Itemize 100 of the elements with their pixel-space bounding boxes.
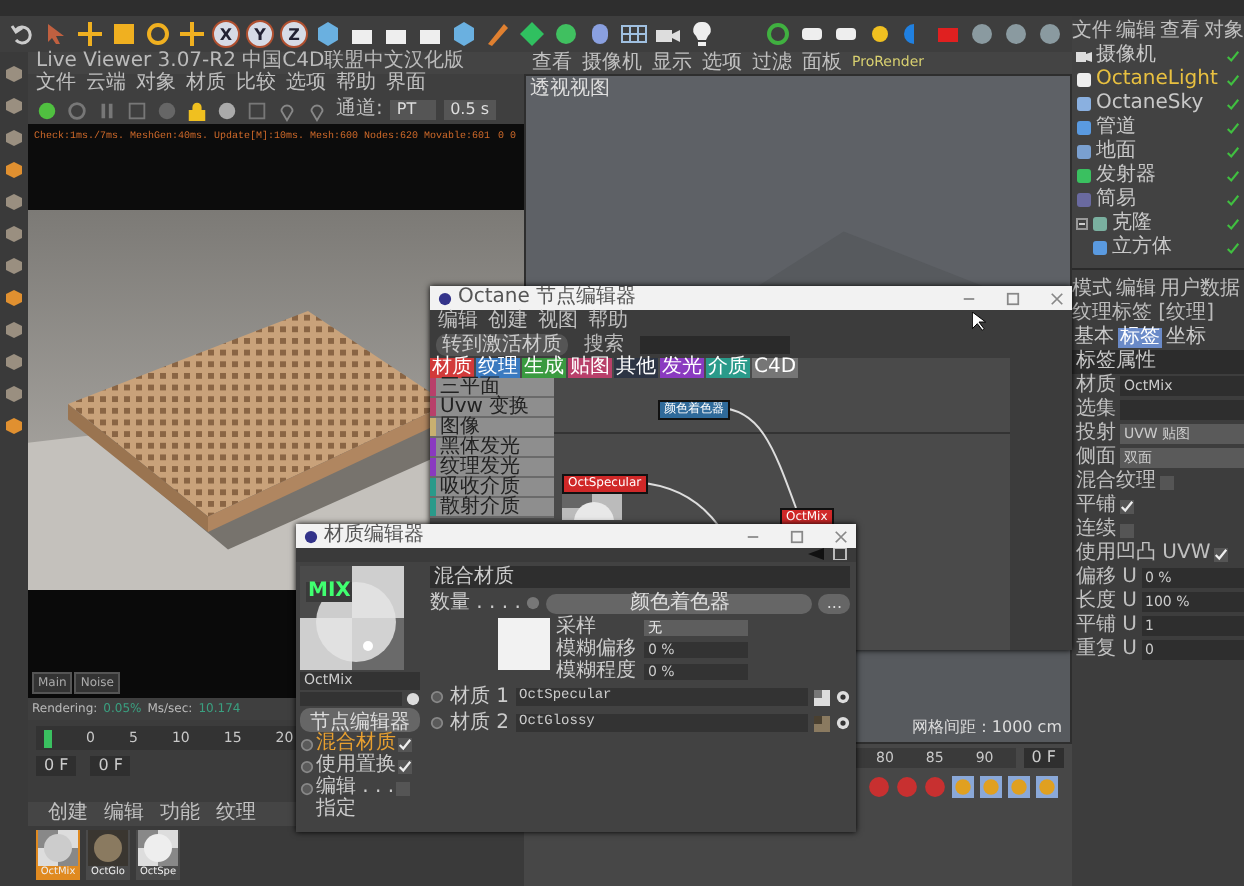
channel-item[interactable]: 指定 xyxy=(300,800,420,820)
time-field[interactable]: 0.5 s xyxy=(444,100,496,121)
field-label: 重复 U xyxy=(1076,640,1137,660)
channel-item[interactable]: 使用置换 xyxy=(316,756,396,776)
menu-item[interactable]: 比较 xyxy=(236,74,276,95)
menu-item[interactable]: 创建 xyxy=(488,311,528,331)
panel-title: Live Viewer 3.07-R2 中国C4D联盟中文汉化版 xyxy=(28,52,524,74)
menu-item[interactable]: 功能 xyxy=(160,804,200,824)
tab[interactable]: 坐标 xyxy=(1164,328,1208,348)
field-label: 偏移 U xyxy=(1076,568,1137,588)
menu-item[interactable]: 编辑 xyxy=(1116,280,1156,300)
node-list-item[interactable]: 散射介质 xyxy=(430,498,554,518)
menu-item[interactable]: 编辑 xyxy=(104,804,144,824)
node-list-item[interactable]: 吸收介质 xyxy=(430,478,554,498)
menu-item[interactable]: 文件 xyxy=(1072,22,1112,42)
menu-item[interactable]: 对象 xyxy=(1204,22,1244,42)
axis-lock-button[interactable]: X xyxy=(212,20,240,48)
node-list-item[interactable]: 图像 xyxy=(430,418,554,438)
field-label: 平铺 xyxy=(1076,496,1116,516)
menu-item[interactable]: 编辑 xyxy=(1116,22,1156,42)
field-label: 数量 . . . . xyxy=(430,593,521,613)
goto-material-button[interactable]: 转到激活材质 xyxy=(436,334,568,356)
section-header: 标签属性 xyxy=(1072,350,1244,374)
search-label: 搜索 xyxy=(584,335,624,355)
menu-item[interactable]: 创建 xyxy=(48,804,88,824)
field-label: 模糊偏移 xyxy=(556,640,638,660)
menu-item[interactable]: 显示 xyxy=(652,53,692,73)
category-tab[interactable]: 贴图 xyxy=(568,358,612,378)
object-name[interactable]: 立方体 xyxy=(1112,238,1222,258)
category-tab[interactable]: 发光 xyxy=(660,358,704,378)
menu-item[interactable]: 界面 xyxy=(386,74,426,95)
field-label: 材质 xyxy=(1076,376,1116,396)
field-label: 平铺 U xyxy=(1076,616,1137,636)
menu-item[interactable]: 查看 xyxy=(1160,22,1200,42)
menu-item[interactable]: 视图 xyxy=(538,311,578,331)
menu-item[interactable]: 模式 xyxy=(1072,280,1112,300)
tab[interactable]: 基本 xyxy=(1072,328,1116,348)
field-label: 侧面 xyxy=(1076,448,1116,468)
channel-item[interactable]: 混合材质 xyxy=(316,734,396,754)
field-label: 连续 xyxy=(1076,520,1116,540)
field-label: 选集 xyxy=(1076,400,1116,420)
menu-item[interactable]: 编辑 xyxy=(438,311,478,331)
object-name[interactable]: 摄像机 xyxy=(1096,46,1222,66)
node-list-item[interactable]: 纹理发光 xyxy=(430,458,554,478)
object-name[interactable]: 克隆 xyxy=(1112,214,1222,234)
field-label: 材质 1 xyxy=(450,687,510,707)
menu-item[interactable]: 摄像机 xyxy=(582,53,642,73)
field-label: 使用凹凸 UVW xyxy=(1076,544,1211,564)
grid-spacing-label: 网格间距 : 1000 cm xyxy=(912,720,1062,736)
window-title: Octane 节点编辑器 xyxy=(458,288,639,308)
channel-item[interactable]: 编辑 . . . xyxy=(316,778,395,798)
object-name[interactable]: 发射器 xyxy=(1096,166,1222,186)
menu-item[interactable]: 帮助 xyxy=(336,74,376,95)
menu-item[interactable]: 材质 xyxy=(186,74,226,95)
frame-field[interactable]: 0 F xyxy=(36,756,77,776)
object-name[interactable]: OctaneLight xyxy=(1096,70,1222,90)
shader-button[interactable]: 颜色着色器 xyxy=(546,593,813,613)
node-list-item[interactable]: 黑体发光 xyxy=(430,438,554,458)
object-name[interactable]: 简易 xyxy=(1096,190,1222,210)
tab[interactable]: 标签 xyxy=(1118,328,1162,348)
menu-item[interactable]: 云端 xyxy=(86,74,126,95)
category-tab[interactable]: C4D xyxy=(752,358,799,378)
more-button[interactable]: ... xyxy=(818,593,850,613)
node-list-item[interactable]: Uvw 变换 xyxy=(430,398,554,418)
node-editor-button[interactable]: 节点编辑器 xyxy=(300,708,420,732)
menu-item[interactable]: 纹理 xyxy=(216,804,256,824)
menu-item[interactable]: 文件 xyxy=(36,74,76,95)
category-tab[interactable]: 生成 xyxy=(522,358,566,378)
object-name[interactable]: OctaneSky xyxy=(1096,94,1222,114)
channel-dropdown[interactable]: PT xyxy=(390,100,437,121)
category-tab[interactable]: 其他 xyxy=(614,358,658,378)
field-label: 采样 xyxy=(556,618,598,638)
channel-label: 通道: xyxy=(336,100,383,121)
menu-item[interactable]: 用户数据 xyxy=(1160,280,1240,300)
menu-item[interactable]: 面板 xyxy=(802,53,842,73)
preview-label: MIX xyxy=(306,582,353,602)
field-label: 材质 2 xyxy=(450,713,510,733)
frame-field[interactable]: 0 F xyxy=(90,756,131,776)
axis-lock-button[interactable]: Y xyxy=(246,20,274,48)
axis-lock-button[interactable]: Z xyxy=(280,20,308,48)
menu-item[interactable]: 帮助 xyxy=(588,311,628,331)
node-list-item[interactable]: 三平面 xyxy=(430,378,554,398)
window-title: 材质编辑器 xyxy=(324,526,426,546)
menu-item[interactable]: 对象 xyxy=(136,74,176,95)
menu-item[interactable]: 过滤 xyxy=(752,53,792,73)
object-name[interactable]: 管道 xyxy=(1096,118,1222,138)
view-label: 透视视图 xyxy=(530,80,610,100)
frame-field[interactable]: 0 F xyxy=(1023,748,1064,768)
category-tab[interactable]: 材质 xyxy=(430,358,474,378)
panel-title: 纹理标签 [纹理] xyxy=(1072,302,1216,325)
object-name[interactable]: 地面 xyxy=(1096,142,1222,162)
field-label: 长度 U xyxy=(1076,592,1137,612)
category-tab[interactable]: 纹理 xyxy=(476,358,520,378)
menu-item[interactable]: 查看 xyxy=(532,53,572,73)
category-tab[interactable]: 介质 xyxy=(706,358,750,378)
section-header: 混合材质 xyxy=(430,566,850,588)
field-label: 模糊程度 xyxy=(556,662,638,682)
field-label: 投射 xyxy=(1076,424,1116,444)
menu-item[interactable]: 选项 xyxy=(702,53,742,73)
menu-item[interactable]: 选项 xyxy=(286,74,326,95)
